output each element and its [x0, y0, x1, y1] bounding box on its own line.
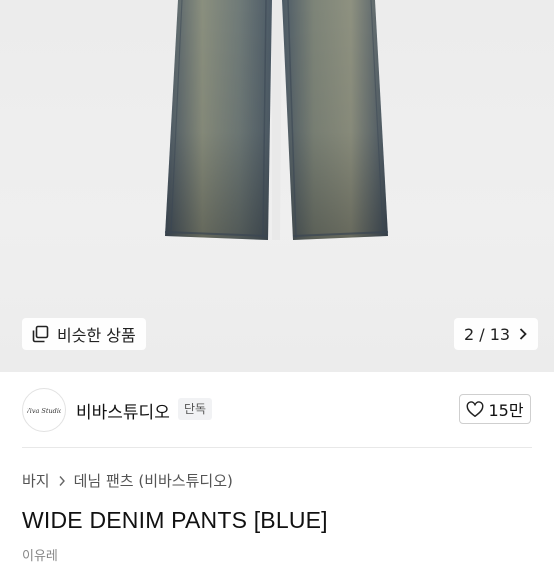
product-title: WIDE DENIM PANTS [BLUE] — [22, 507, 328, 533]
seller-row: Viva Studio 비바스튜디오 단독 15만 — [0, 372, 554, 448]
chevron-right-icon — [519, 328, 527, 340]
product-subtext: 이유레 — [22, 549, 58, 564]
svg-text:Viva Studio: Viva Studio — [27, 407, 61, 415]
breadcrumb-item-pants[interactable]: 바지 — [22, 470, 50, 491]
chevron-right-icon — [59, 475, 65, 486]
similar-products-label: 비슷한 상품 — [57, 326, 136, 345]
heart-outline-icon — [467, 400, 484, 417]
similar-products-button[interactable]: 비슷한 상품 — [22, 318, 146, 350]
stacked-squares-icon — [32, 325, 49, 343]
breadcrumb-item-denim[interactable]: 데님 팬츠 (비바스튜디오) — [74, 470, 233, 491]
exclusive-badge: 단독 — [178, 398, 213, 420]
image-counter-button[interactable]: 2 / 13 — [454, 318, 539, 350]
seller-name[interactable]: 비바스튜디오 — [76, 398, 170, 423]
like-count: 15만 — [488, 401, 524, 420]
jeans-product-image — [164, 0, 389, 240]
image-counter: 2 / 13 — [464, 324, 511, 344]
seller-logo[interactable]: Viva Studio — [22, 388, 66, 432]
product-image-gallery[interactable]: 비슷한 상품 2 / 13 — [0, 0, 554, 372]
breadcrumb: 바지 데님 팬츠 (비바스튜디오) — [22, 470, 233, 491]
viva-studio-logo: Viva Studio — [27, 407, 61, 415]
divider — [22, 447, 532, 448]
like-button[interactable]: 15만 — [459, 394, 531, 424]
